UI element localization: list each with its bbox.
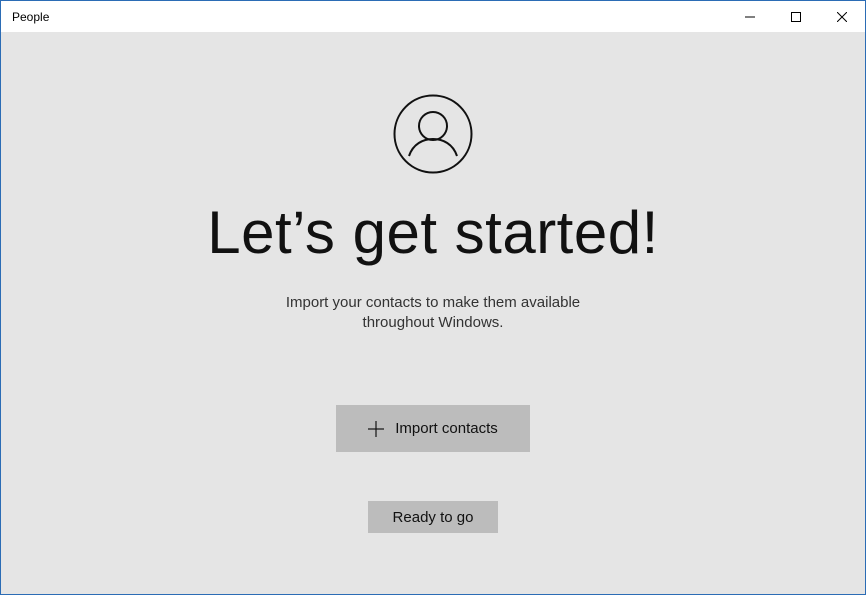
page-heading: Let’s get started! xyxy=(207,199,659,266)
people-app-window: People Let’s get started! Import your co… xyxy=(0,0,866,595)
subtitle-line-1: Import your contacts to make them availa… xyxy=(285,294,581,311)
maximize-icon xyxy=(791,11,801,22)
import-contacts-label: Import contacts xyxy=(395,420,498,437)
page-subtitle: Import your contacts to make them availa… xyxy=(233,293,633,333)
ready-to-go-button[interactable]: Ready to go xyxy=(368,501,498,533)
close-button[interactable] xyxy=(819,1,865,32)
minimize-icon xyxy=(745,16,755,17)
title-bar[interactable]: People xyxy=(1,1,865,32)
main-content: Let’s get started! Import your contacts … xyxy=(1,32,865,594)
minimize-button[interactable] xyxy=(727,1,773,32)
plus-icon xyxy=(368,420,385,437)
maximize-button[interactable] xyxy=(773,1,819,32)
ready-to-go-label: Ready to go xyxy=(392,508,474,526)
window-title: People xyxy=(12,10,50,24)
close-icon xyxy=(837,11,847,22)
import-contacts-button[interactable]: Import contacts xyxy=(336,405,530,452)
person-circle-icon xyxy=(393,94,473,174)
subtitle-line-2: throughout Windows. xyxy=(362,314,504,331)
